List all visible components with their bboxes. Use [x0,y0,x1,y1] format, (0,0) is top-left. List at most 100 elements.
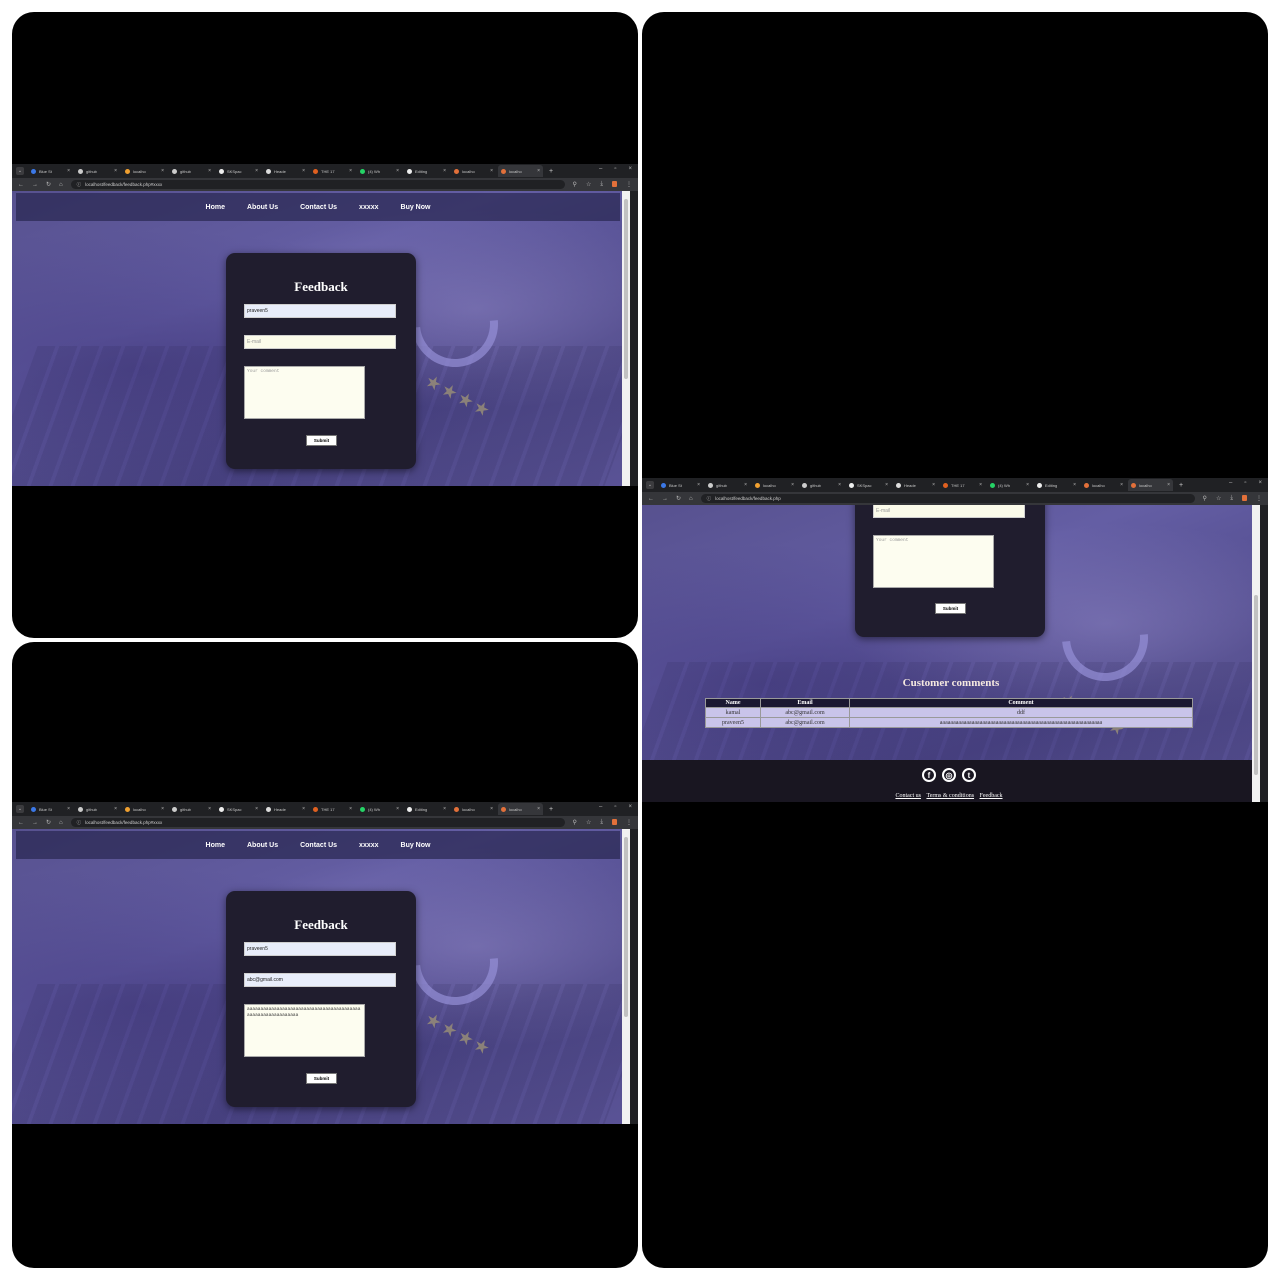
browser-tab[interactable]: THE 17 × [310,165,355,177]
browser-tab[interactable]: Blue St × [28,803,73,815]
nav-about-link[interactable]: About Us [247,204,278,211]
browser-tab[interactable]: github × [799,479,844,491]
close-icon[interactable]: × [208,806,211,812]
browser-tab[interactable]: localho × [752,479,797,491]
tab-search-button[interactable]: ⌄ [16,805,24,813]
browser-tab[interactable]: THE 17 × [940,479,985,491]
browser-tab[interactable]: (4) Wh × [987,479,1032,491]
close-icon[interactable]: × [302,806,305,812]
browser-tab[interactable]: (4) Wh × [357,165,402,177]
close-icon[interactable]: × [349,806,352,812]
nav-contact-link[interactable]: Contact Us [300,204,337,211]
browser-tab[interactable]: github × [75,803,120,815]
browser-tab-active[interactable]: localho × [1128,479,1173,491]
browser-tab[interactable]: localho × [451,803,496,815]
bookmark-star-icon[interactable]: ☆ [586,819,591,826]
new-tab-icon[interactable]: + [549,168,553,175]
zoom-icon[interactable]: ⚲ [573,819,577,826]
site-info-icon[interactable]: ⓘ [77,182,82,188]
submit-button[interactable]: Submit [935,603,966,614]
scrollbar-thumb[interactable] [624,199,628,379]
minimize-icon[interactable]: – [599,166,602,172]
close-icon[interactable]: × [255,168,258,174]
menu-dots-icon[interactable]: ⋮ [626,819,632,826]
forward-icon[interactable]: → [32,182,38,188]
scrollbar-thumb[interactable] [624,837,628,1017]
close-icon[interactable]: × [396,806,399,812]
extension-icon[interactable] [612,819,617,825]
nav-contact-link[interactable]: Contact Us [300,842,337,849]
back-icon[interactable]: ← [18,820,24,826]
close-icon[interactable]: × [537,806,540,812]
site-info-icon[interactable]: ⓘ [77,820,82,826]
forward-icon[interactable]: → [662,496,668,502]
browser-tab[interactable]: (4) Wh × [357,803,402,815]
reload-icon[interactable]: ↻ [46,819,51,826]
restore-icon[interactable]: ▫ [614,804,616,810]
extension-icon[interactable] [612,181,617,187]
footer-terms-link[interactable]: Terms & conditions [926,793,974,799]
comment-textarea[interactable]: Your comment [873,535,994,588]
close-icon[interactable]: × [161,806,164,812]
new-tab-icon[interactable]: + [549,806,553,813]
nav-buy-link[interactable]: Buy Now [401,842,431,849]
instagram-icon[interactable]: ◎ [942,768,956,782]
browser-tab[interactable]: SKSpac × [216,803,261,815]
browser-tab-active[interactable]: localho × [498,803,543,815]
comment-textarea[interactable]: Your comment [244,366,365,419]
browser-tab[interactable]: localho × [451,165,496,177]
restore-icon[interactable]: ▫ [1244,480,1246,486]
nav-home-link[interactable]: Home [206,204,225,211]
restore-icon[interactable]: ▫ [614,166,616,172]
page-scrollbar[interactable] [622,191,630,486]
twitter-icon[interactable]: t [962,768,976,782]
download-icon[interactable]: ⤓ [600,819,603,826]
close-icon[interactable]: × [744,482,747,488]
download-icon[interactable]: ⤓ [1230,495,1233,502]
close-icon[interactable]: × [490,168,493,174]
browser-tab[interactable]: localho × [122,803,167,815]
nav-buy-link[interactable]: Buy Now [401,204,431,211]
name-field[interactable]: praveen5 [244,304,396,318]
browser-tab[interactable]: github × [169,165,214,177]
zoom-icon[interactable]: ⚲ [573,181,577,188]
close-icon[interactable]: × [838,482,841,488]
scrollbar-thumb[interactable] [1254,595,1258,775]
browser-tab[interactable]: localho × [1081,479,1126,491]
close-icon[interactable]: × [67,806,70,812]
browser-tab[interactable]: SKSpac × [216,165,261,177]
close-icon[interactable]: × [208,168,211,174]
back-icon[interactable]: ← [18,182,24,188]
browser-tab[interactable]: SKSpac × [846,479,891,491]
url-field[interactable]: ⓘ localhost/feedback/feedback.php#xxxx [70,180,565,189]
browser-tab[interactable]: Heade × [893,479,938,491]
email-field[interactable]: E-mail [873,505,1025,518]
new-tab-icon[interactable]: + [1179,482,1183,489]
browser-tab[interactable]: Heade × [263,165,308,177]
tab-search-button[interactable]: ⌄ [646,481,654,489]
browser-tab[interactable]: THE 17 × [310,803,355,815]
download-icon[interactable]: ⤓ [600,181,603,188]
home-icon[interactable]: ⌂ [59,182,63,188]
close-icon[interactable]: × [979,482,982,488]
menu-dots-icon[interactable]: ⋮ [1256,495,1262,502]
close-window-icon[interactable]: × [1258,480,1262,486]
browser-tab[interactable]: localho × [122,165,167,177]
close-icon[interactable]: × [255,806,258,812]
close-icon[interactable]: × [932,482,935,488]
close-icon[interactable]: × [349,168,352,174]
close-icon[interactable]: × [67,168,70,174]
bookmark-star-icon[interactable]: ☆ [586,181,591,188]
email-field[interactable]: abc@gmail.com [244,973,396,987]
browser-tab[interactable]: github × [169,803,214,815]
close-icon[interactable]: × [396,168,399,174]
close-icon[interactable]: × [537,168,540,174]
submit-button[interactable]: Submit [306,1073,337,1084]
nav-about-link[interactable]: About Us [247,842,278,849]
close-icon[interactable]: × [443,806,446,812]
close-window-icon[interactable]: × [628,166,632,172]
bookmark-star-icon[interactable]: ☆ [1216,495,1221,502]
browser-tab-active[interactable]: localho × [498,165,543,177]
footer-feedback-link[interactable]: Feedback [980,793,1003,799]
browser-tab[interactable]: Editing × [404,803,449,815]
